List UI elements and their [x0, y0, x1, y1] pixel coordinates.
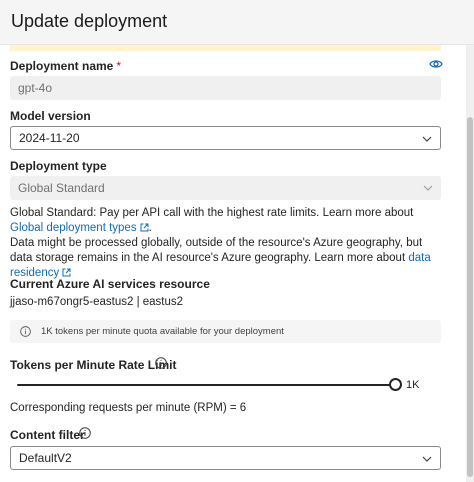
chevron-down-icon — [422, 456, 432, 462]
deployment-type-label: Deployment type — [10, 159, 107, 173]
deployment-type-value: Global Standard — [18, 181, 105, 195]
scrollbar[interactable] — [466, 45, 474, 482]
required-mark: * — [116, 59, 122, 73]
quota-info-text: 1K tokens per minute quota available for… — [41, 326, 284, 337]
rate-limit-value: 1K — [406, 379, 420, 391]
rate-limit-slider-track[interactable] — [17, 384, 396, 386]
deployment-name-label-text: Deployment name — [10, 59, 114, 73]
rpm-text: Corresponding requests per minute (RPM) … — [10, 402, 247, 414]
external-link-icon — [140, 223, 149, 232]
current-resource-value: jjaso-m67ongr5-eastus2 | eastus2 — [10, 296, 184, 308]
model-version-label: Model version — [10, 109, 91, 123]
panel-title: Update deployment — [11, 11, 168, 31]
model-version-value: 2024-11-20 — [19, 131, 80, 145]
model-version-dropdown[interactable]: 2024-11-20 — [10, 126, 441, 150]
deployment-type-dropdown[interactable]: Global Standard — [10, 176, 441, 200]
content-filter-value: DefaultV2 — [19, 451, 72, 465]
deployment-type-desc-text: Global Standard: Pay per API call with t… — [10, 207, 414, 219]
data-residency-note: Data might be processed globally, outsid… — [10, 237, 423, 264]
panel-header: Update deployment — [0, 0, 474, 45]
deployment-name-value: gpt-4o — [18, 81, 53, 95]
content-filter-dropdown[interactable]: DefaultV2 — [10, 446, 441, 470]
external-link-icon — [62, 268, 71, 277]
scrollbar-thumb[interactable] — [467, 117, 473, 477]
content-filter-label: Content filter — [10, 428, 85, 442]
deployment-name-input[interactable]: gpt-4o — [10, 76, 441, 100]
chevron-down-icon — [423, 185, 433, 191]
eye-icon[interactable] — [429, 58, 443, 70]
warning-banner — [10, 45, 441, 51]
info-icon[interactable] — [79, 427, 91, 439]
info-icon — [20, 326, 31, 337]
quota-info-box: 1K tokens per minute quota available for… — [10, 320, 441, 343]
deployment-name-label: Deployment name * — [10, 59, 121, 73]
info-icon[interactable] — [155, 357, 167, 369]
chevron-down-icon — [422, 136, 432, 142]
current-resource-label: Current Azure AI services resource — [10, 277, 210, 291]
rate-limit-slider-thumb[interactable] — [389, 378, 402, 391]
rate-limit-label: Tokens per Minute Rate Limit — [10, 358, 177, 372]
global-deployment-types-link[interactable]: Global deployment types — [10, 222, 137, 234]
deployment-type-description: Global Standard: Pay per API call with t… — [10, 207, 431, 279]
